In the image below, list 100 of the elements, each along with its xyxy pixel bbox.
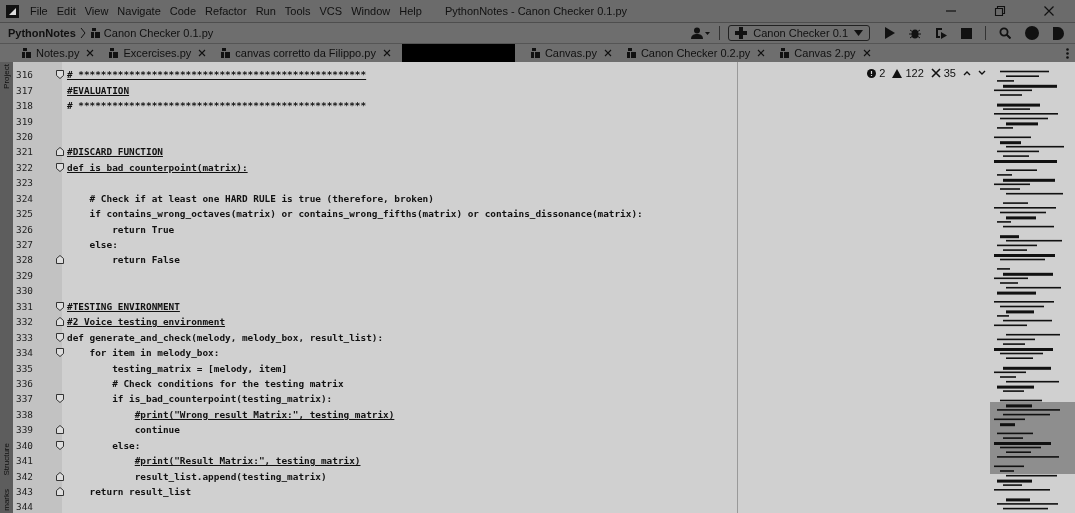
fold-marker-icon[interactable] — [56, 147, 64, 157]
editor-tab[interactable]: Excercises.py — [101, 44, 214, 62]
typo-icon[interactable] — [930, 68, 941, 78]
python-file-icon — [529, 47, 541, 59]
run-icon[interactable] — [885, 27, 895, 39]
project-tool-tab[interactable]: Project — [2, 64, 11, 89]
line-number: 324 — [15, 192, 34, 204]
close-icon[interactable] — [757, 49, 766, 57]
fold-marker-icon[interactable] — [56, 301, 64, 311]
fold-marker-icon[interactable] — [56, 70, 64, 80]
line-number: 341 — [15, 455, 34, 467]
fold-marker-icon[interactable] — [56, 440, 64, 450]
menu-item[interactable]: Tools — [284, 5, 311, 17]
code-line: return True — [112, 223, 175, 235]
fold-marker-icon[interactable] — [56, 332, 64, 342]
chevron-icon — [79, 27, 86, 39]
close-icon[interactable] — [86, 49, 95, 57]
editor-tab[interactable]: Canvas 2.py — [772, 44, 878, 62]
restore-icon[interactable] — [994, 5, 1006, 17]
error-icon[interactable] — [867, 68, 877, 78]
menu-item[interactable]: File — [30, 5, 48, 17]
tag-icon[interactable] — [1053, 26, 1064, 40]
breadcrumb-file[interactable]: Canon Checker 0.1.py — [89, 27, 214, 39]
python-config-icon — [735, 27, 748, 39]
line-number: 330 — [15, 285, 34, 297]
bug-icon[interactable] — [909, 27, 921, 39]
menu-item[interactable]: Code — [169, 5, 197, 17]
user-icon[interactable] — [691, 27, 712, 39]
line-number: 320 — [15, 130, 34, 142]
line-number: 326 — [15, 223, 34, 235]
fold-marker-icon[interactable] — [56, 487, 64, 497]
python-file-icon — [779, 47, 791, 59]
menu-item[interactable]: Navigate — [117, 5, 161, 17]
tool-window-tab[interactable]: Structure — [2, 442, 11, 476]
line-number: 318 — [15, 100, 34, 112]
menu-item[interactable]: Run — [255, 5, 276, 17]
code-line: #DISCARD FUNCTION — [67, 146, 163, 158]
line-number: 323 — [15, 177, 34, 189]
python-file-icon — [220, 47, 232, 59]
code-line: else: — [112, 439, 141, 451]
fold-marker-icon[interactable] — [56, 471, 64, 481]
typo-count: 35 — [943, 67, 956, 79]
line-number: 329 — [15, 269, 34, 281]
close-icon[interactable] — [862, 49, 871, 57]
search-icon[interactable] — [999, 27, 1011, 39]
line-number: 340 — [15, 439, 34, 451]
line-number: 339 — [15, 424, 34, 436]
close-icon[interactable] — [603, 49, 612, 57]
menu-item[interactable]: Edit — [56, 5, 76, 17]
line-number: 328 — [15, 254, 34, 266]
more-icon[interactable] — [1066, 47, 1069, 59]
code-line: # *************************************************** — [67, 69, 367, 81]
line-number: 325 — [15, 208, 34, 220]
line-number: 331 — [15, 300, 34, 312]
warning-icon[interactable] — [892, 68, 903, 78]
coverage-icon[interactable] — [935, 27, 947, 39]
editor-tab[interactable]: Canvas.py — [522, 44, 619, 62]
warning-count: 122 — [905, 67, 924, 79]
breadcrumb-project[interactable]: PythonNotes — [8, 27, 76, 39]
close-icon[interactable] — [382, 49, 391, 57]
code-line: return False — [112, 254, 180, 266]
fold-marker-icon[interactable] — [56, 348, 64, 358]
tool-window-tab[interactable]: marks — [2, 489, 11, 511]
stop-icon[interactable] — [961, 27, 972, 39]
fold-marker-icon[interactable] — [56, 394, 64, 404]
fold-marker-icon[interactable] — [56, 162, 64, 172]
fold-marker-icon[interactable] — [56, 425, 64, 435]
code-line: # *************************************************** — [67, 100, 367, 112]
line-number: 337 — [15, 393, 34, 405]
chevron-up-icon[interactable] — [963, 70, 971, 76]
code-line: #TESTING ENVIRONMENT — [67, 300, 180, 312]
caret-icon — [854, 30, 863, 36]
line-number: 327 — [15, 239, 34, 251]
fold-marker-icon[interactable] — [56, 317, 64, 327]
menu-item[interactable]: View — [84, 5, 109, 17]
code-line: # Check if at least one HARD RULE is true (therefore, broken) — [89, 192, 434, 204]
code-line: continue — [134, 424, 180, 436]
code-line: if is_bad_counterpoint(testing_matrix): — [112, 393, 333, 405]
line-number: 338 — [15, 408, 34, 420]
window-title: PythonNotes - Canon Checker 0.1.py — [444, 5, 628, 17]
python-file-icon — [21, 47, 32, 59]
editor-tab[interactable]: canvas corretto da Filippo.py — [213, 44, 398, 62]
line-number: 342 — [15, 470, 34, 482]
close-icon[interactable] — [1043, 5, 1055, 17]
close-icon[interactable] — [198, 49, 207, 57]
menu-item[interactable]: VCS — [319, 5, 343, 17]
menu-item[interactable]: Refactor — [205, 5, 247, 17]
run-config-dropdown[interactable]: Canon Checker 0.1 — [728, 25, 870, 41]
code-line: result_list.append(testing_matrix) — [134, 470, 327, 482]
editor-tab[interactable]: Notes.py — [14, 44, 102, 62]
chevron-down-icon[interactable] — [978, 70, 986, 76]
code-line: def is_bad_counterpoint(matrix): — [67, 161, 248, 173]
code-line: #print("Result Matrix:", testing_matrix) — [134, 455, 361, 467]
fold-marker-icon[interactable] — [56, 255, 64, 265]
menu-item[interactable]: Help — [399, 5, 422, 17]
record-icon[interactable] — [1025, 26, 1039, 40]
code-line: #print("Wrong result Matrix:", testing_matrix) — [134, 408, 395, 420]
menu-item[interactable]: Window — [351, 5, 391, 17]
line-number: 317 — [15, 84, 34, 96]
editor-tab[interactable]: Canon Checker 0.2.py — [618, 44, 773, 62]
